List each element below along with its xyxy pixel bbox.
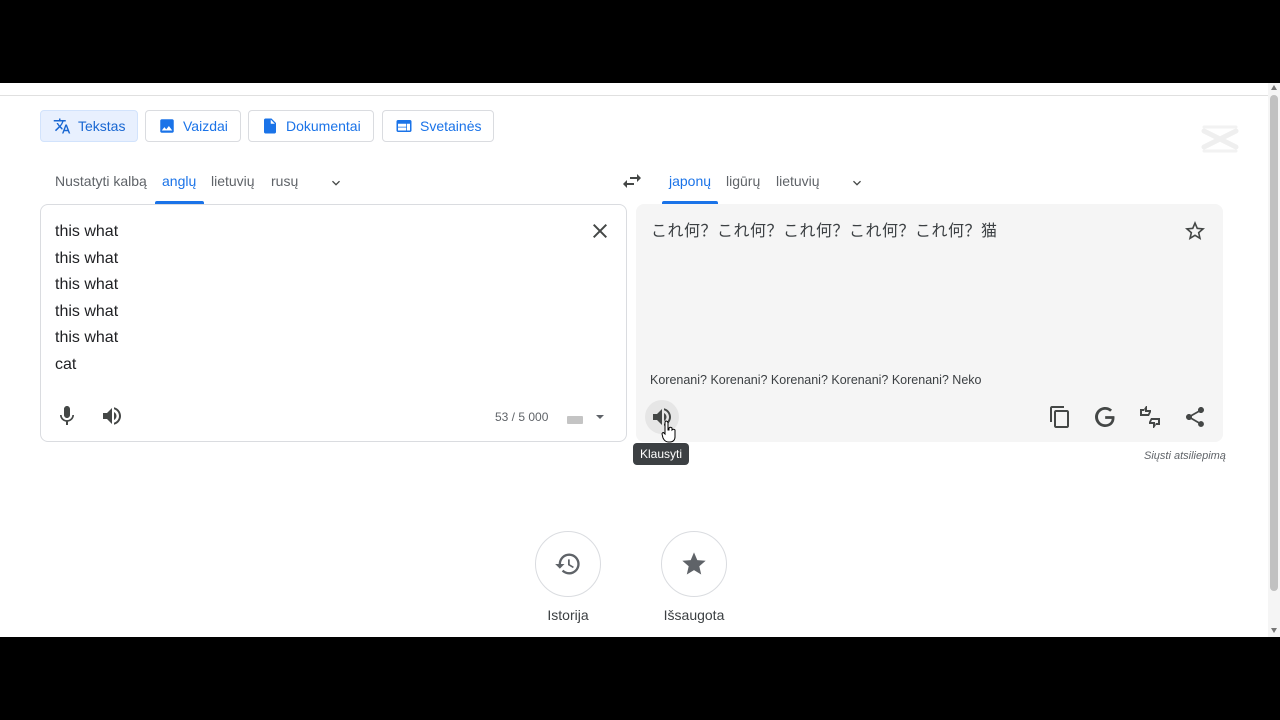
history-label: Istorija [547,607,589,623]
source-lang-detect[interactable]: Nustatyti kalbą [55,173,147,189]
source-lang-english[interactable]: anglų [162,173,196,189]
watermark-logo-icon [1201,125,1239,153]
image-icon [160,119,174,133]
scroll-up-arrow[interactable] [1271,85,1277,90]
source-text-input[interactable]: this what this what this what this what … [55,219,118,378]
share-icon[interactable] [1183,405,1207,429]
target-lang-more-chevron-down-icon[interactable] [849,175,865,191]
character-counter: 53 / 5 000 [495,410,549,424]
mode-documents-label: Dokumentai [286,118,361,134]
target-lang-japanese[interactable]: japonų [669,173,711,189]
transliteration-text: Korenani? Korenani? Korenani? Korenani? … [650,373,982,387]
translate-page: Tekstas Vaizdai Dokumentai Svetainės Nus… [0,83,1280,637]
mode-text-button[interactable]: Tekstas [40,110,139,142]
target-lang-lithuanian[interactable]: lietuvių [776,173,820,189]
history-button[interactable] [535,531,601,597]
scrollbar[interactable] [1268,83,1280,637]
source-text-panel [40,204,627,442]
target-lang-ligurian[interactable]: ligūrų [726,173,760,189]
scroll-thumb[interactable] [1270,95,1278,591]
save-translation-star-icon[interactable] [1183,219,1207,243]
header-divider [0,95,1268,96]
scroll-down-arrow[interactable] [1271,628,1277,633]
send-feedback-link[interactable]: Siųsti atsiliepimą [1144,450,1226,462]
clear-text-close-icon[interactable] [588,219,612,243]
history-icon [555,553,580,575]
mode-websites-label: Svetainės [420,118,482,134]
saved-button[interactable] [661,531,727,597]
website-icon [396,120,412,132]
translation-text: これ何？これ何？これ何？これ何？これ何？猫 [651,223,998,240]
listen-tooltip: Klausyti [633,443,690,465]
mode-images-label: Vaizdai [183,118,228,134]
document-icon [264,118,276,134]
keyboard-options-chevron-down-icon[interactable] [596,415,604,419]
mode-websites-button[interactable]: Svetainės [382,110,495,142]
star-filled-icon [682,552,706,575]
translate-icon [53,118,71,134]
mode-text-label: Tekstas [78,118,126,134]
source-lang-more-chevron-down-icon[interactable] [328,175,344,191]
saved-label: Išsaugota [663,607,725,623]
rate-translation-thumbs-icon[interactable] [1138,405,1162,429]
swap-languages-icon[interactable] [620,169,644,193]
mode-documents-button[interactable]: Dokumentai [248,110,374,142]
source-listen-speaker-icon[interactable] [100,404,124,428]
mode-images-button[interactable]: Vaizdai [145,110,241,142]
copy-translation-icon[interactable] [1048,405,1072,429]
source-lang-lithuanian[interactable]: lietuvių [211,173,255,189]
source-lang-russian[interactable]: rusų [271,173,298,189]
keyboard-icon[interactable] [567,416,583,424]
microphone-icon[interactable] [55,404,79,428]
google-search-g-icon[interactable] [1093,405,1117,429]
hand-cursor-icon [661,420,676,443]
